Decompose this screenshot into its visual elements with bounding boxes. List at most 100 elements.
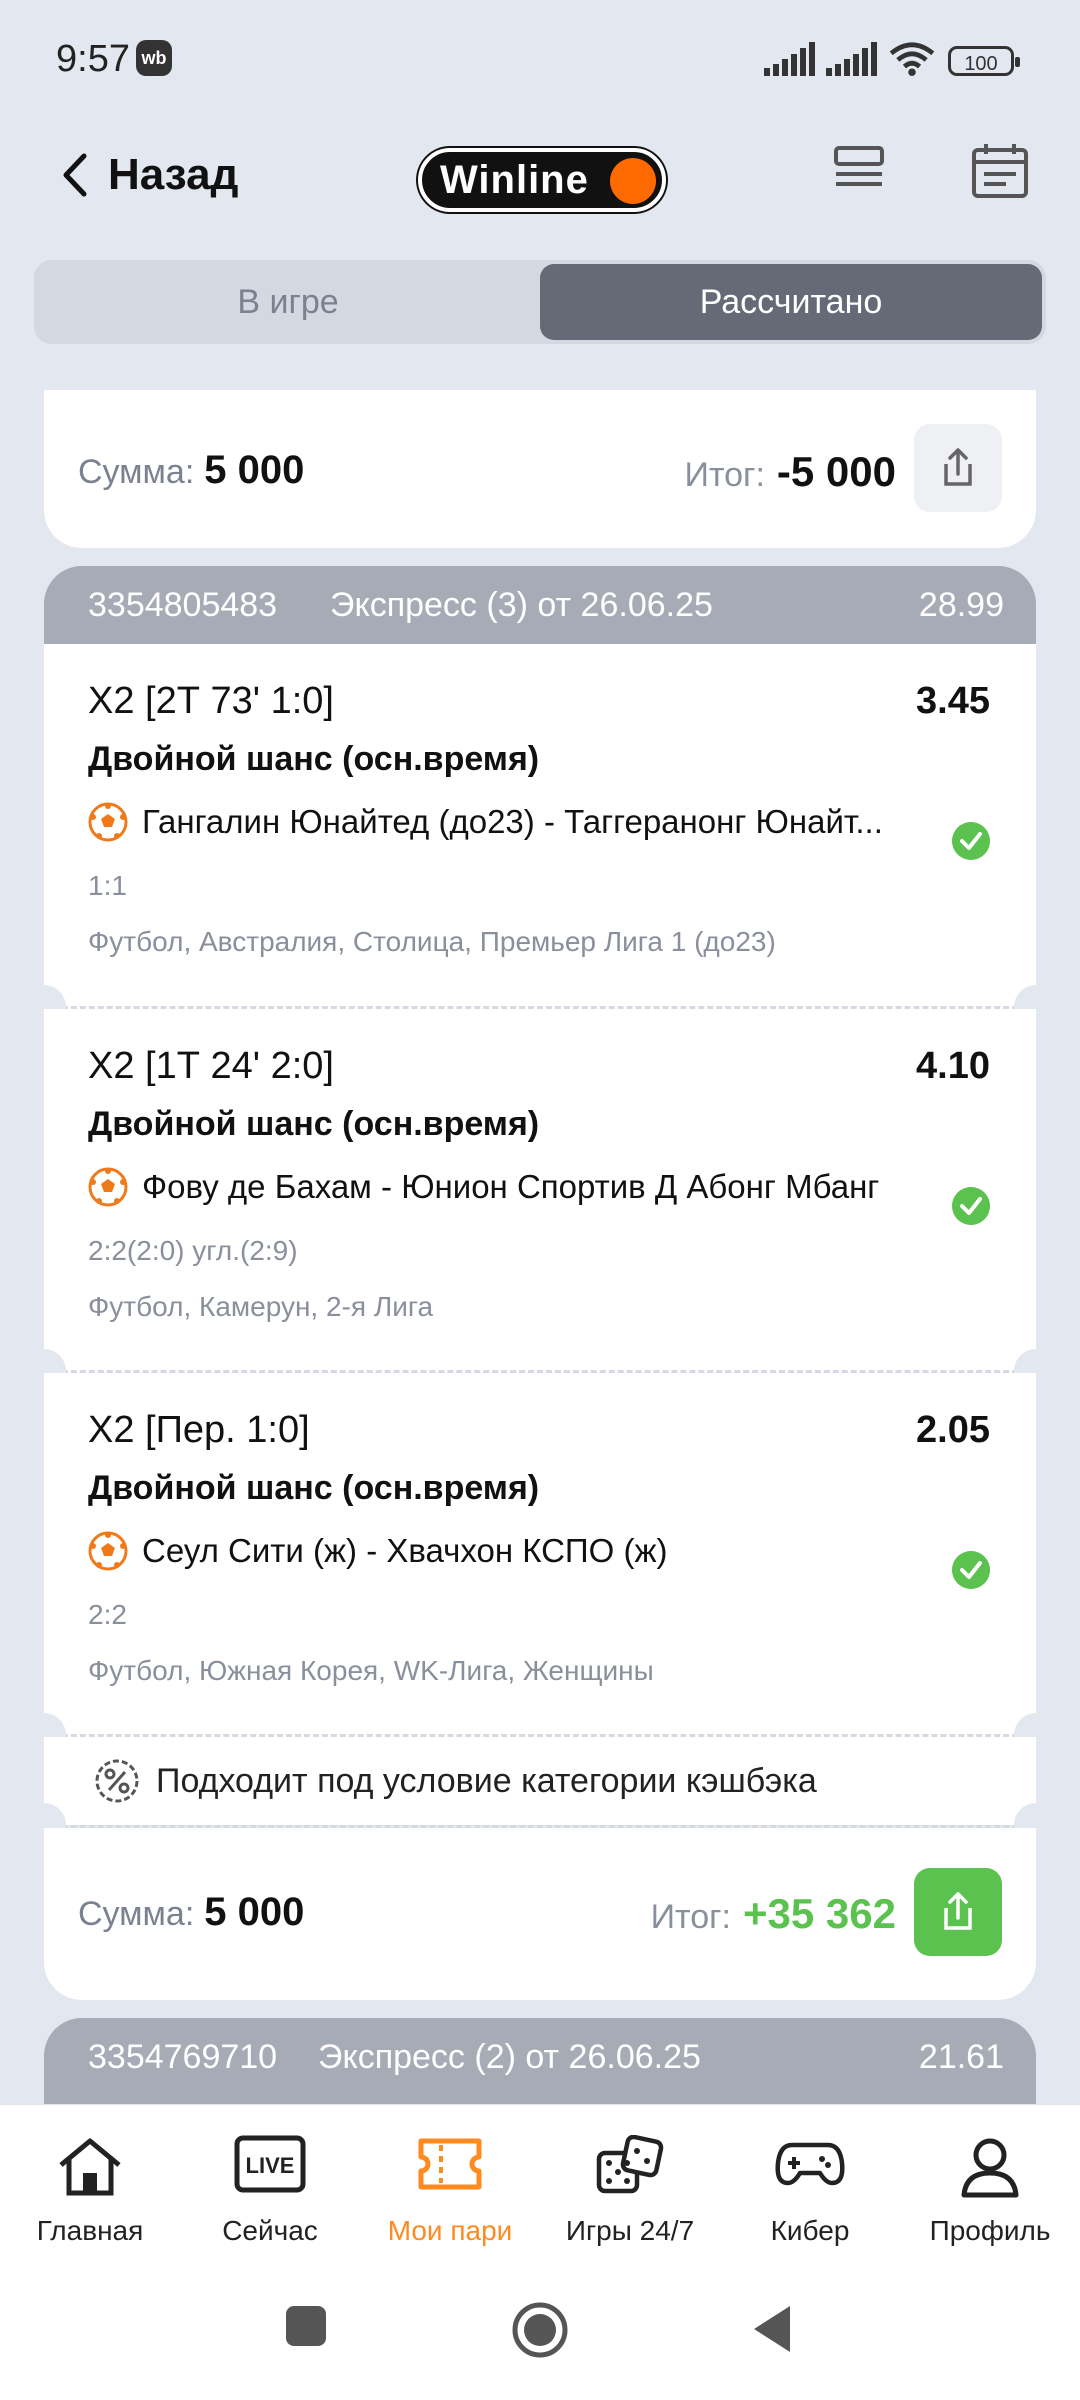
live-badge-text: LIVE [246, 2153, 295, 2178]
result-value: +35 362 [743, 1890, 896, 1937]
wb-notification-icon: wb [136, 40, 172, 76]
top-header: Назад Winline [0, 130, 1080, 230]
recents-icon[interactable] [284, 2304, 330, 2350]
logo-dot [610, 158, 656, 204]
leg-odd: 2.05 [916, 1409, 990, 1451]
leg-market: Двойной шанс (осн.время) [88, 740, 540, 778]
leg-match: Фову де Бахам - Юнион Спортив Д Абонг Мб… [88, 1167, 908, 1207]
soccer-ball-icon [88, 1531, 128, 1571]
nav-profile[interactable]: Профиль [900, 2105, 1080, 2265]
signal-icon [764, 42, 815, 76]
soccer-ball-icon [88, 1167, 128, 1207]
leg-match: Гангалин Юнайтед (до23) - Таггеранонг Юн… [88, 802, 908, 842]
battery-icon: 100 [948, 46, 1020, 76]
leg-market: Двойной шанс (осн.время) [88, 1105, 540, 1143]
nav-label: Мои пари [387, 2215, 513, 2246]
result-block: Итог: +35 362 [651, 1890, 896, 1938]
nav-games[interactable]: Игры 24/7 [540, 2105, 720, 2265]
signal-icon-2 [826, 42, 877, 76]
result-label: Итог: [650, 1898, 731, 1936]
chevron-left-icon [63, 153, 87, 197]
live-icon: LIVE [234, 2135, 306, 2193]
soccer-ball-icon [88, 802, 128, 842]
bet-total-odd: 21.61 [918, 2038, 1004, 2076]
leg-match: Сеул Сити (ж) - Хвачхон КСПО (ж) [88, 1531, 908, 1571]
back-button[interactable]: Назад [60, 150, 238, 200]
home-icon [59, 2138, 121, 2196]
bet-id: 3354805483 [88, 586, 278, 624]
leg-selection: X2 [2Т 73' 1:0] [88, 680, 334, 722]
leg-league: Футбол, Камерун, 2-я Лига [88, 1291, 434, 1322]
leg-match-text: Гангалин Юнайтед (до23) - Таггеранонг Юн… [142, 803, 883, 840]
leg-selection: X2 [Пер. 1:0] [88, 1409, 310, 1451]
bet-summary-won: Сумма: 5 000 Итог: +35 362 [44, 1828, 1036, 2000]
profile-icon [961, 2138, 1019, 2198]
nav-label: Сейчас [222, 2215, 318, 2246]
back-label: Назад [108, 150, 239, 199]
leg-odd: 3.45 [916, 680, 990, 722]
nav-label: Игры 24/7 [565, 2215, 695, 2246]
nav-live[interactable]: LIVE Сейчас [180, 2105, 360, 2265]
bet-type: Экспресс (3) от 26.06.25 [330, 586, 713, 624]
nav-home[interactable]: Главная [0, 2105, 180, 2265]
bet-type: Экспресс (2) от 26.06.25 [318, 2038, 701, 2076]
bet-leg[interactable]: X2 [2Т 73' 1:0] 3.45 Двойной шанс (осн.в… [44, 644, 1036, 1009]
result-value: -5 000 [776, 448, 896, 495]
leg-score: 2:2 [88, 1599, 127, 1630]
coupon-view-icon[interactable] [832, 142, 886, 196]
bet-total-odd: 28.99 [918, 586, 1004, 624]
nav-my-bets[interactable]: Мои пари [360, 2105, 540, 2265]
bet-leg[interactable]: X2 [1Т 24' 2:0] 4.10 Двойной шанс (осн.в… [44, 1009, 1036, 1374]
sum-value: 5 000 [204, 1890, 305, 1934]
share-button[interactable] [914, 1868, 1002, 1956]
winline-logo: Winline [418, 148, 666, 212]
calendar-icon[interactable] [970, 142, 1030, 200]
sum-label: Сумма: [78, 453, 195, 491]
system-navigation-bar [0, 2264, 1080, 2400]
leg-market: Двойной шанс (осн.время) [88, 1469, 540, 1507]
bottom-navigation: Главная LIVE Сейчас Мои пари Игры 24/7 К… [0, 2104, 1080, 2265]
status-bar: 9:57 wb 100 [0, 0, 1080, 120]
wifi-icon [889, 42, 935, 76]
result-block: Итог: -5 000 [685, 448, 896, 496]
bet-id: 3354769710 [88, 2038, 278, 2076]
home-nav-icon[interactable] [510, 2300, 570, 2360]
result-label: Итог: [684, 456, 765, 494]
sum-block: Сумма: 5 000 [78, 448, 304, 493]
bets-segment-control: В игре Рассчитано [34, 260, 1046, 344]
leg-odd: 4.10 [916, 1045, 990, 1087]
bet-header[interactable]: 3354805483 Экспресс (3) от 26.06.25 28.9… [44, 566, 1036, 644]
share-button[interactable] [914, 424, 1002, 512]
cashback-row: Подходит под условие категории кэшбэка [44, 1737, 1036, 1825]
won-check-icon [952, 822, 990, 860]
gamepad-icon [775, 2142, 845, 2186]
dice-icon [596, 2135, 664, 2194]
sum-block: Сумма: 5 000 [78, 1890, 304, 1935]
leg-league: Футбол, Австралия, Столица, Премьер Лига… [88, 926, 776, 957]
leg-score: 1:1 [88, 870, 127, 901]
share-icon [944, 448, 972, 486]
leg-score: 2:2(2:0) угл.(2:9) [88, 1235, 298, 1266]
back-nav-icon[interactable] [748, 2302, 796, 2356]
nav-cyber[interactable]: Кибер [720, 2105, 900, 2265]
share-icon [944, 1892, 972, 1930]
logo-text: Winline [440, 157, 589, 202]
bet-leg[interactable]: X2 [Пер. 1:0] 2.05 Двойной шанс (осн.вре… [44, 1373, 1036, 1738]
nav-label: Главная [36, 2215, 144, 2246]
tab-in-play[interactable]: В игре [38, 264, 538, 340]
bet-summary-row: Сумма: 5 000 Итог: +35 362 [44, 1864, 1036, 1964]
sum-label: Сумма: [78, 1895, 195, 1933]
nav-label: Кибер [770, 2215, 850, 2246]
leg-selection: X2 [1Т 24' 2:0] [88, 1045, 334, 1087]
won-check-icon [952, 1551, 990, 1589]
leg-match-text: Фову де Бахам - Юнион Спортив Д Абонг Мб… [142, 1168, 880, 1205]
won-check-icon [952, 1187, 990, 1225]
leg-match-text: Сеул Сити (ж) - Хвачхон КСПО (ж) [142, 1532, 668, 1569]
tab-settled[interactable]: Рассчитано [540, 264, 1042, 340]
percent-badge-icon [95, 1759, 139, 1803]
bet-header[interactable]: 3354769710 Экспресс (2) от 26.06.25 21.6… [44, 2018, 1036, 2104]
leg-league: Футбол, Южная Корея, WK-Лига, Женщины [88, 1655, 654, 1686]
cashback-text: Подходит под условие категории кэшбэка [156, 1761, 817, 1800]
ticket-icon [418, 2138, 482, 2190]
bet-summary-row: Сумма: 5 000 Итог: -5 000 [44, 418, 1036, 518]
